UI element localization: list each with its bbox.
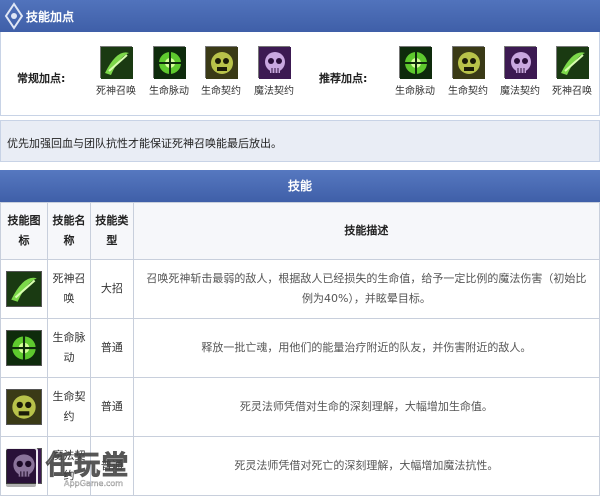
emblem-icon <box>4 2 24 30</box>
recommended-chip[interactable]: 魔法契约 <box>492 46 548 97</box>
recommended-chip[interactable]: 生命契约 <box>440 46 496 97</box>
skill-name-cell: 死神召唤 <box>46 259 91 319</box>
table-row: 生命脉动 普通 释放一批亡魂，用他们的能量治疗附近的队友，并伤害附近的敌人。 <box>0 318 600 378</box>
regular-chip[interactable]: 死神召唤 <box>88 46 144 97</box>
chip-label: 死神召唤 <box>96 86 136 97</box>
skill-desc-cell: 死灵法师凭借对死亡的深刻理解，大幅增加魔法抗性。 <box>132 436 600 496</box>
table-row: 死神召唤 大招 召唤死神斩击最弱的敌人，根据敌人已经损失的生命值，给予一定比例的… <box>0 259 600 319</box>
chip-label: 生命契约 <box>201 86 241 97</box>
skill-desc-cell: 释放一批亡魂，用他们的能量治疗附近的队友，并伤害附近的敌人。 <box>132 318 600 378</box>
col-header-icon: 技能图标 <box>0 202 48 260</box>
regular-chip[interactable]: 生命契约 <box>193 46 249 97</box>
chip-label: 死神召唤 <box>552 86 592 97</box>
col-header-desc: 技能描述 <box>132 202 600 260</box>
skill-name-cell: 生命脉动 <box>46 318 91 378</box>
table-header-row: 技能图标 技能名称 技能类型 技能描述 <box>0 202 600 260</box>
section-title: 技能加点 <box>26 10 75 24</box>
recommended-points-label: 推荐加点: <box>319 72 368 85</box>
watermark-text: 任玩堂 <box>45 451 131 482</box>
skill-type-cell: 普通 <box>89 377 134 437</box>
recommended-chip[interactable]: 生命脉动 <box>387 46 443 97</box>
col-header-type: 技能类型 <box>89 202 134 260</box>
icon-cell <box>0 259 48 319</box>
chip-label: 生命脉动 <box>149 86 189 97</box>
skill-type-cell: 大招 <box>89 259 134 319</box>
table-row: 生命契约 普通 死灵法师凭借对生命的深刻理解，大幅增加生命值。 <box>0 377 600 437</box>
col-header-name: 技能名称 <box>46 202 91 260</box>
chip-label: 魔法契约 <box>500 86 540 97</box>
skill-desc-cell: 召唤死神斩击最弱的敌人，根据敌人已经损失的生命值，给予一定比例的魔法伤害（初始比… <box>132 259 600 319</box>
chip-label: 生命脉动 <box>395 86 435 97</box>
icon-cell <box>0 318 48 378</box>
chip-label: 魔法契约 <box>254 86 294 97</box>
pact-icon <box>5 389 42 425</box>
skull-icon <box>258 46 291 79</box>
skill-name-cell: 生命契约 <box>46 377 91 437</box>
regular-chip[interactable]: 魔法契约 <box>246 46 302 97</box>
watermark-logo-icon <box>4 447 38 489</box>
icon-cell <box>0 377 48 437</box>
skills-section-title: 技能 <box>287 179 312 193</box>
skill-desc-cell: 死灵法师凭借对生命的深刻理解，大幅增加生命值。 <box>132 377 600 437</box>
regular-points-label: 常规加点: <box>17 72 66 85</box>
pact-icon <box>205 46 238 79</box>
pulse-icon <box>399 46 432 79</box>
scythe-icon <box>556 46 589 79</box>
scythe-icon <box>5 271 42 307</box>
recommended-chip[interactable]: 死神召唤 <box>544 46 600 97</box>
scythe-icon <box>100 46 133 79</box>
section-header-skill-points: 技能加点 <box>0 0 600 32</box>
pulse-icon <box>5 330 42 366</box>
skill-type-cell: 普通 <box>89 318 134 378</box>
pulse-icon <box>153 46 186 79</box>
watermark-logo: 任玩堂 AppGame.com <box>4 441 154 495</box>
tip-box: 优先加强回血与团队抗性才能保证死神召唤能最后放出。 <box>0 120 600 162</box>
section-header-skills: 技能 <box>0 170 600 202</box>
tip-text: 优先加强回血与团队抗性才能保证死神召唤能最后放出。 <box>7 137 282 150</box>
skill-points-panel: 常规加点: 推荐加点: 死神召唤 生命脉动 生命契约 魔法契约 生命脉动 生命契… <box>0 32 600 116</box>
watermark-subtext: AppGame.com <box>64 479 124 488</box>
chip-label: 生命契约 <box>448 86 488 97</box>
pact-icon <box>452 46 485 79</box>
skull-icon <box>504 46 537 79</box>
regular-chip[interactable]: 生命脉动 <box>141 46 197 97</box>
